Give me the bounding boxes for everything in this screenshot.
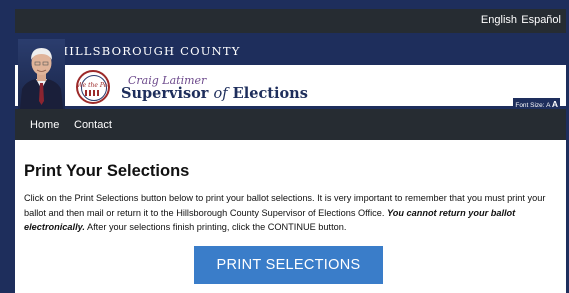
county-name: HILLSBOROUGH COUNTY <box>58 44 241 58</box>
supervisor-portrait-icon <box>20 48 63 109</box>
flag-stripes-icon <box>85 90 101 96</box>
office-title-part2: Elections <box>232 85 308 102</box>
font-size-label: Font Size: <box>515 102 545 109</box>
page-title: Print Your Selections <box>24 162 190 180</box>
font-size-small-button[interactable]: A <box>546 102 550 109</box>
office-title-part1: Supervisor <box>121 85 209 102</box>
office-title-of: of <box>213 86 228 102</box>
main-navigation: Home Contact <box>15 109 566 140</box>
language-english-link[interactable]: English <box>481 14 517 26</box>
seal-text: We the People <box>77 82 110 89</box>
page-frame: English Español HILLSBOROUGH COUNTY We t… <box>15 9 566 293</box>
office-name[interactable]: Craig Latimer Supervisor of Elections <box>121 75 308 102</box>
instructions-part2: After your selections finish printing, c… <box>84 222 347 233</box>
office-title: Supervisor of Elections <box>121 85 308 102</box>
language-spanish-link[interactable]: Español <box>521 14 561 26</box>
font-size-large-button[interactable]: A <box>552 99 558 109</box>
print-selections-button[interactable]: PRINT SELECTIONS <box>194 246 383 284</box>
supervisor-photo <box>18 39 65 109</box>
instructions-text: Click on the Print Selections button bel… <box>24 191 554 235</box>
seal-logo: We the People <box>76 70 110 104</box>
language-bar: English Español <box>15 9 566 33</box>
nav-home-link[interactable]: Home <box>30 119 59 131</box>
nav-contact-link[interactable]: Contact <box>74 119 112 131</box>
county-banner: HILLSBOROUGH COUNTY <box>15 33 566 65</box>
